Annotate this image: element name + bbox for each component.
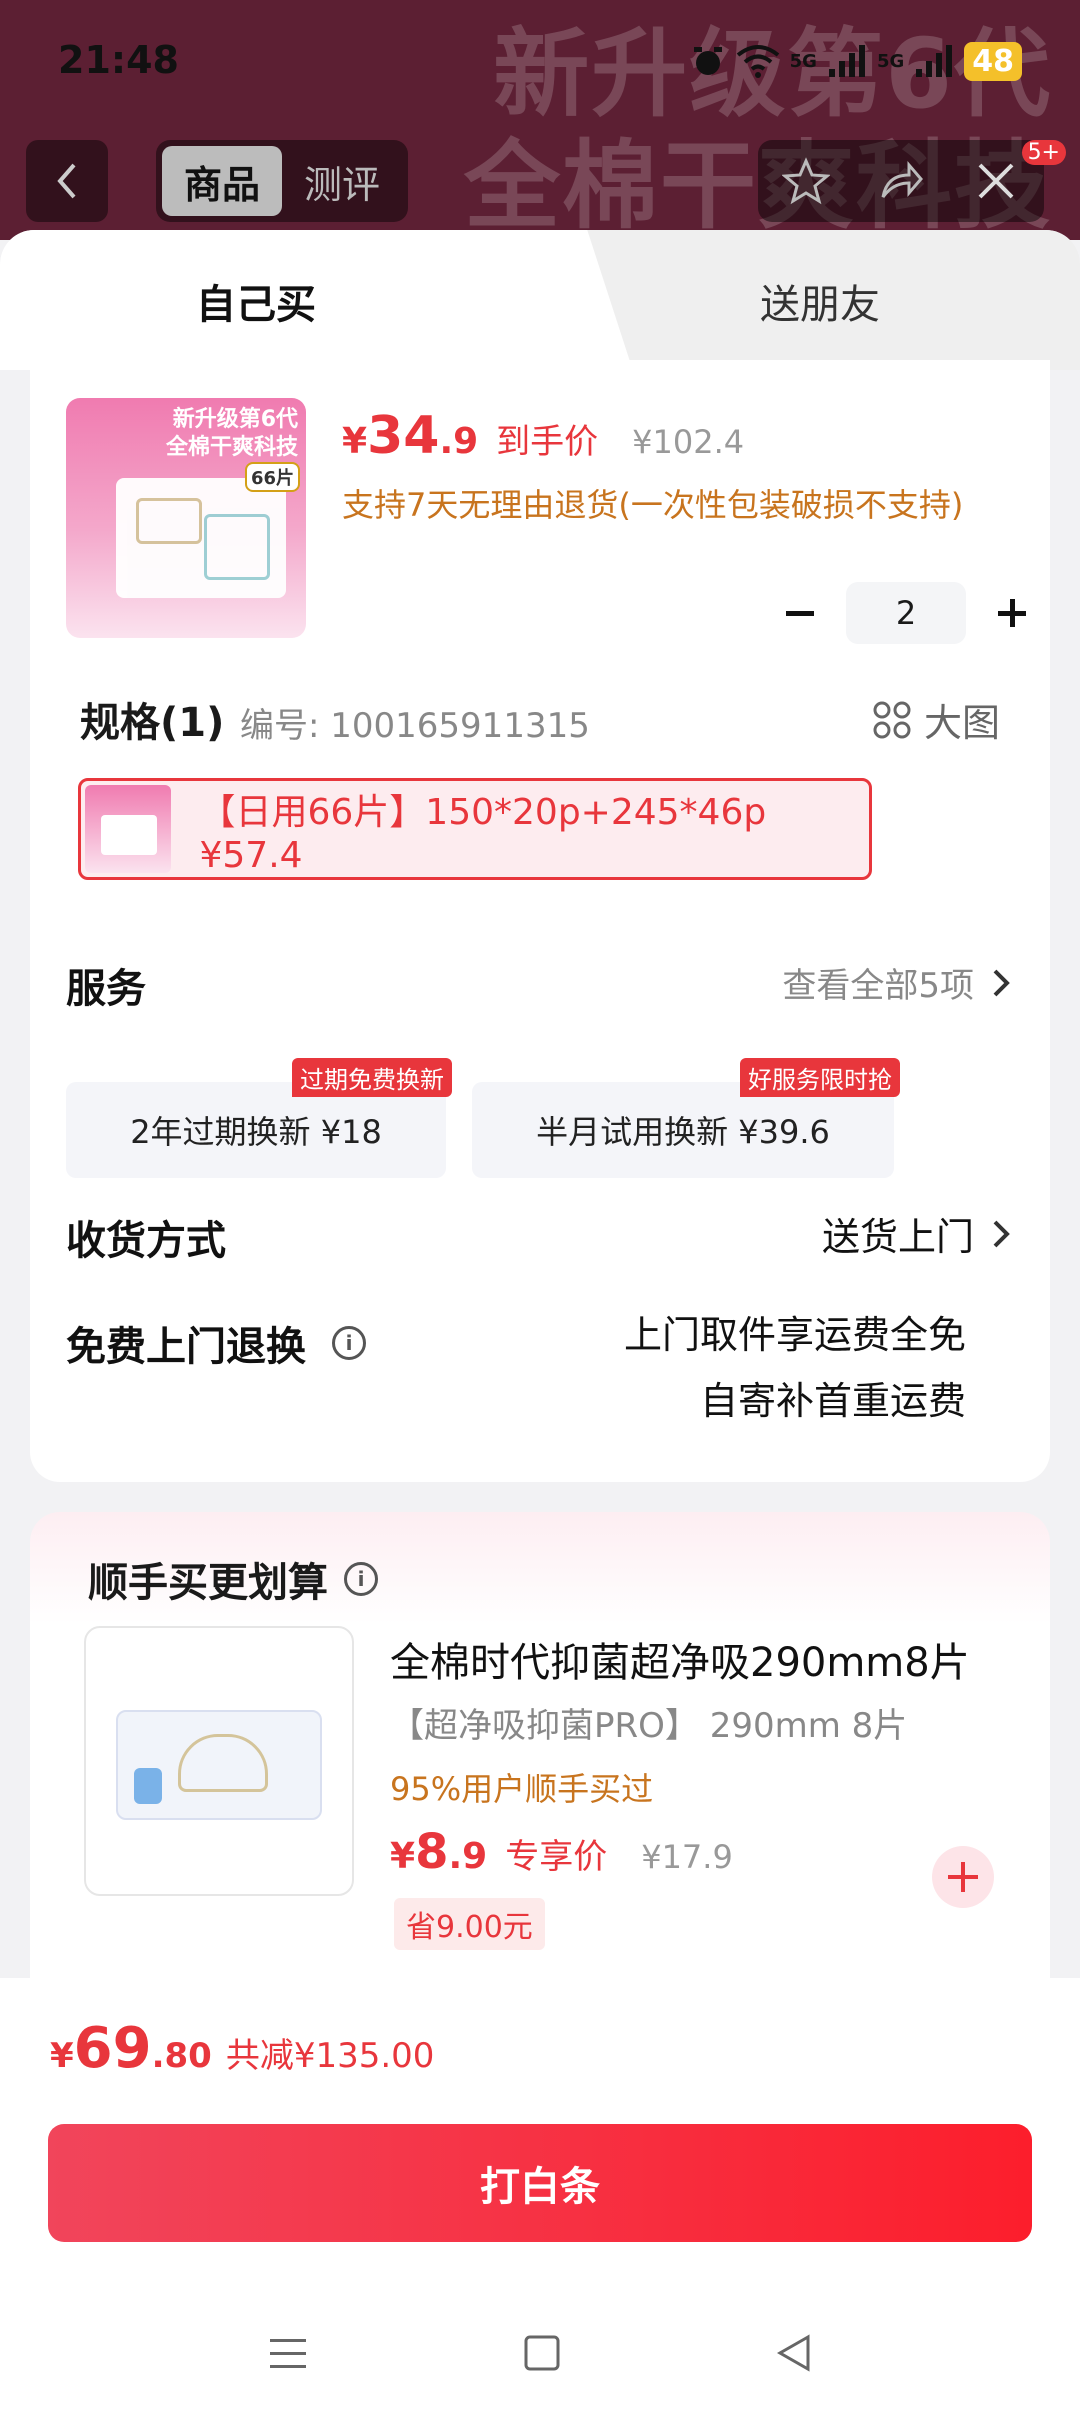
combo-price-symbol: ¥: [390, 1836, 416, 1877]
checkout-bar: ¥ 69 .80 共减¥135.00 打白条: [0, 1978, 1080, 2412]
signal-label-2: 5G: [876, 50, 905, 72]
total-decimal: .80: [151, 2036, 212, 2076]
big-image-button[interactable]: 大图: [872, 692, 1000, 747]
price-symbol: ¥: [342, 421, 368, 462]
combo-save-badge: 省9.00元: [394, 1898, 545, 1950]
back-icon: [57, 163, 76, 199]
combo-original-price: ¥17.9: [641, 1838, 733, 1876]
total-price-row: ¥ 69 .80 共减¥135.00: [50, 2016, 434, 2081]
delivery-method-value: 送货上门: [821, 1215, 974, 1259]
big-image-label: 大图: [923, 701, 1000, 745]
free-return-line1: 上门取件享运费全免: [623, 1313, 966, 1357]
order-options-card: 新升级第6代 全棉干爽科技 66片 ¥ 34 .9 到手价 ¥102.4 支持7…: [30, 360, 1050, 1482]
price-decimal: .9: [439, 421, 479, 462]
info-icon[interactable]: i: [344, 1562, 378, 1596]
message-badge: 5+: [1021, 140, 1066, 165]
product-pack-illustration: [116, 478, 286, 598]
service-title: 服务: [66, 966, 146, 1012]
combo-price-decimal: .9: [448, 1836, 488, 1877]
quantity-decrease-button[interactable]: [770, 583, 830, 643]
alarm-icon: [693, 47, 722, 75]
tab-product[interactable]: 商品: [162, 146, 282, 216]
free-return-line2: 自寄补首重运费: [699, 1379, 966, 1423]
pay-button[interactable]: 打白条: [48, 2124, 1032, 2242]
star-icon[interactable]: [781, 157, 830, 205]
product-image-title: 新升级第6代 全棉干爽科技: [165, 407, 298, 460]
minus-icon: [786, 611, 814, 616]
return-policy: 支持7天无理由退货(一次性包装破损不支持): [342, 486, 964, 524]
system-nav-bar: [0, 2318, 1080, 2388]
delivery-method-selector[interactable]: 送货上门: [822, 1206, 1010, 1261]
buy-together-title-row: 顺手买更划算 i: [88, 1550, 378, 1608]
signal-label-1: 5G: [789, 50, 817, 72]
delivery-title: 收货方式: [66, 1218, 226, 1264]
spec-option-thumbnail: [85, 785, 172, 873]
total-reduction: 共减¥135.00: [225, 2036, 435, 2076]
product-image-badge: 66片: [244, 462, 300, 492]
share-icon[interactable]: [877, 157, 925, 205]
total-integer: 69: [73, 2016, 152, 2081]
free-return-details: 上门取件享运费全免 自寄补首重运费: [624, 1302, 966, 1434]
service-option-label: 2年过期换新 ¥18: [130, 1113, 382, 1151]
buy-together-title: 顺手买更划算: [88, 1560, 328, 1606]
signal-icon-2: [916, 45, 953, 77]
chevron-right-icon: [993, 969, 1010, 996]
free-return-title-row: 免费上门退换 i: [66, 1314, 366, 1372]
service-badge: 过期免费换新: [292, 1058, 452, 1097]
grid-icon: [873, 701, 911, 738]
combo-bought-rate: 95%用户顺手买过: [390, 1770, 654, 1808]
combo-add-button[interactable]: [932, 1846, 994, 1908]
original-price: ¥102.4: [632, 423, 745, 461]
wifi-icon: [736, 45, 779, 78]
back-triangle-icon[interactable]: [774, 2333, 814, 2373]
tab-buy-for-self[interactable]: 自己买: [196, 272, 316, 330]
top-action-group: [758, 140, 1044, 222]
combo-product-spec: 【超净吸抑菌PRO】 290mm 8片: [390, 1706, 908, 1746]
purchase-sheet: 自己买 送朋友 新升级第6代 全棉干爽科技 66片 ¥ 34 .9 到手价 ¥1…: [0, 230, 1080, 2412]
battery-indicator: 48: [964, 41, 1022, 81]
total-symbol: ¥: [50, 2036, 74, 2076]
signal-icon: [828, 45, 865, 77]
service-badge: 好服务限时抢: [740, 1058, 900, 1097]
product-tabs: 商品 测评: [156, 140, 408, 222]
close-icon[interactable]: [972, 157, 1020, 205]
purchase-mode-tabs: 自己买 送朋友: [0, 230, 1080, 370]
tab-send-to-friend[interactable]: 送朋友: [760, 272, 880, 330]
combo-product-thumbnail[interactable]: [84, 1626, 354, 1896]
combo-price-row: ¥ 8 .9 专享价 ¥17.9: [390, 1824, 733, 1880]
service-view-all[interactable]: 查看全部5项: [782, 958, 1010, 1007]
combo-product-name[interactable]: 全棉时代抑菌超净吸290mm8片: [390, 1630, 970, 1688]
price-tag: 到手价: [496, 422, 599, 462]
status-time: 21:48: [58, 38, 179, 82]
price-integer: 34: [367, 406, 440, 466]
spec-title: 规格(1): [80, 700, 225, 746]
quantity-input[interactable]: 2: [846, 582, 966, 644]
service-view-all-label: 查看全部5项: [782, 966, 974, 1006]
info-icon[interactable]: i: [332, 1326, 366, 1360]
tab-review[interactable]: 测评: [282, 146, 402, 216]
chevron-right-icon: [993, 1220, 1010, 1247]
product-thumbnail[interactable]: 新升级第6代 全棉干爽科技 66片: [66, 398, 306, 638]
product-page-background: 新升级第6代 全棉干爽科技 21:48 5G 5G 48 商品 测评 5+: [0, 0, 1080, 240]
combo-price-integer: 8: [415, 1824, 449, 1880]
menu-icon[interactable]: [266, 2333, 310, 2373]
service-option-label: 半月试用换新 ¥39.6: [536, 1113, 830, 1151]
status-icons: 5G 5G 48: [690, 38, 1022, 84]
price-row: ¥ 34 .9 到手价 ¥102.4: [342, 406, 744, 466]
spec-option-label: 【日用66片】150*20p+245*46p ¥57.4: [199, 791, 767, 876]
back-button[interactable]: [26, 140, 108, 222]
plus-icon: [948, 1862, 978, 1892]
combo-pack-illustration: [116, 1710, 322, 1820]
quantity-stepper: 2: [770, 582, 1042, 644]
status-bar: 21:48 5G 5G 48: [0, 30, 1080, 90]
quantity-increase-button[interactable]: [982, 583, 1042, 643]
spec-option-selected[interactable]: 【日用66片】150*20p+245*46p ¥57.4: [78, 778, 872, 880]
spec-code: 编号: 100165911315: [240, 706, 590, 746]
home-icon[interactable]: [522, 2333, 562, 2373]
plus-icon: [998, 599, 1026, 627]
combo-price-tag: 专享价: [505, 1837, 608, 1877]
free-return-title: 免费上门退换: [66, 1324, 306, 1370]
